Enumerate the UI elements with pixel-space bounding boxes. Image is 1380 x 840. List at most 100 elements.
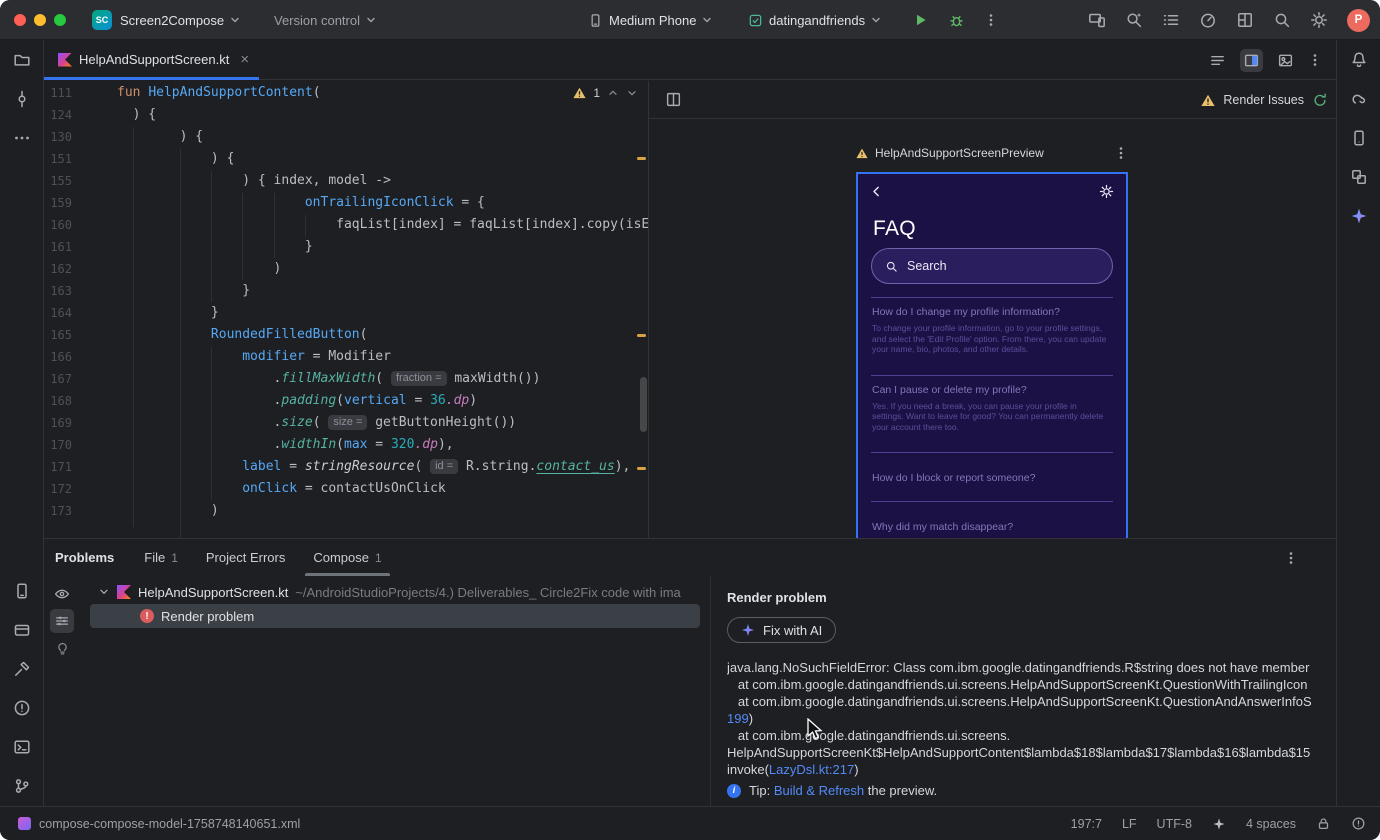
code-line[interactable]: 161 } [44, 236, 648, 258]
readonly-toggle[interactable] [1316, 816, 1331, 831]
device-mirroring-button[interactable] [1088, 11, 1106, 29]
search-button[interactable] [1273, 11, 1291, 29]
code-line[interactable]: 170 .widthIn(max = 320.dp), [44, 434, 648, 456]
code-line[interactable]: 168 .padding(vertical = 36.dp) [44, 390, 648, 412]
more-actions-button[interactable] [984, 0, 998, 40]
code-view-button[interactable] [1209, 52, 1226, 69]
tree-problem-row[interactable]: ! Render problem [90, 604, 700, 628]
tab-close-icon[interactable]: × [240, 52, 249, 67]
running-devices-button[interactable] [8, 577, 36, 605]
file-encoding[interactable]: UTF-8 [1157, 817, 1192, 831]
preview-issue-button[interactable] [50, 582, 74, 606]
run-button[interactable] [913, 0, 929, 40]
render-issues-widget[interactable]: Render Issues [1201, 81, 1328, 119]
version-control-menu[interactable]: Version control [274, 0, 376, 40]
code-line[interactable]: 124 ) { [44, 104, 648, 126]
preview-menu-button[interactable] [1114, 146, 1128, 160]
code-line[interactable]: 165 RoundedFilledButton( [44, 324, 648, 346]
run-config-selector[interactable]: datingandfriends [748, 0, 881, 40]
avatar[interactable]: P [1347, 8, 1370, 32]
code-editor-pane[interactable]: 111 fun HelpAndSupportContent(124 ) {130 … [44, 81, 648, 538]
view-options-button[interactable] [50, 609, 74, 633]
device-manager-button[interactable] [1345, 124, 1373, 152]
stack-trace-link[interactable]: LazyDsl.kt:217 [769, 762, 854, 777]
statusbar-file[interactable]: compose-compose-model-1758748140651.xml [18, 817, 300, 831]
preview-phone-frame[interactable]: FAQ Search How do I change my profile in… [856, 172, 1128, 538]
code-line[interactable]: 172 onClick = contactUsOnClick [44, 478, 648, 500]
editor-tab[interactable]: HelpAndSupportScreen.kt × [44, 40, 260, 80]
editor-options-button[interactable] [1308, 53, 1322, 67]
panel-tab-compose[interactable]: Compose 1 [305, 539, 391, 576]
project-menu[interactable]: Screen2Compose [120, 0, 240, 40]
quick-fix-button[interactable] [50, 636, 74, 660]
profiler-button[interactable] [1199, 11, 1217, 29]
app-icon[interactable]: SC [92, 10, 112, 30]
code-line[interactable]: 164 } [44, 302, 648, 324]
preview-canvas[interactable]: HelpAndSupportScreenPreview FAQ Search H… [649, 120, 1336, 538]
problems-tool-button[interactable] [8, 694, 36, 722]
event-log-button[interactable] [1351, 816, 1366, 831]
build-refresh-link[interactable]: Build & Refresh [774, 783, 864, 798]
faq-question[interactable]: Why did my match disappear? [872, 521, 1112, 533]
code-line[interactable]: 111 fun HelpAndSupportContent( [44, 82, 648, 104]
code-line[interactable]: 130 ) { [44, 126, 648, 148]
caret-position[interactable]: 197:7 [1071, 817, 1102, 831]
refresh-icon[interactable] [1312, 92, 1328, 108]
layout-inspector-button[interactable] [1236, 11, 1254, 29]
inspections-widget[interactable]: 1 [573, 86, 638, 100]
next-issue-icon[interactable] [626, 87, 638, 99]
preview-layout-button[interactable] [665, 91, 682, 108]
project-tool-button[interactable] [8, 46, 36, 74]
faq-question[interactable]: How do I change my profile information? [872, 306, 1112, 318]
stack-trace-link[interactable]: 199 [727, 711, 749, 726]
code-line[interactable]: 155 ) { index, model -> [44, 170, 648, 192]
fix-with-ai-button[interactable]: Fix with AI [727, 617, 837, 643]
code-line[interactable]: 159 onTrailingIconClick = { [44, 192, 648, 214]
window-close-button[interactable] [14, 14, 26, 26]
indent-setting[interactable]: 4 spaces [1246, 817, 1296, 831]
code-line[interactable]: 169 .size( size = getButtonHeight()) [44, 412, 648, 434]
panel-tab-file[interactable]: File 1 [144, 539, 178, 576]
settings-button[interactable] [1310, 11, 1328, 29]
code-line[interactable]: 151 ) { [44, 148, 648, 170]
code-line[interactable]: 171 label = stringResource( id = R.strin… [44, 456, 648, 478]
device-selector[interactable]: Medium Phone [588, 0, 712, 40]
panel-tab-project-errors[interactable]: Project Errors [206, 539, 285, 576]
debug-button[interactable] [948, 0, 965, 40]
window-zoom-button[interactable] [54, 14, 66, 26]
build-tool-button[interactable] [8, 655, 36, 683]
code-line[interactable]: 163 } [44, 280, 648, 302]
split-view-button[interactable] [1240, 48, 1263, 72]
panel-options-button[interactable] [1284, 551, 1298, 565]
gemini-button[interactable] [1345, 202, 1373, 230]
expand-chevron-icon[interactable] [98, 586, 110, 598]
code-line[interactable]: 162 ) [44, 258, 648, 280]
error-stripe-mark[interactable] [637, 157, 646, 160]
ai-status-button[interactable] [1212, 817, 1226, 831]
settings-button-preview[interactable] [1099, 184, 1114, 199]
error-stripe-mark[interactable] [637, 334, 646, 337]
previous-issue-icon[interactable] [607, 87, 619, 99]
code-line[interactable]: 167 .fillMaxWidth( fraction = maxWidth()… [44, 368, 648, 390]
resource-manager-button[interactable] [1345, 163, 1373, 191]
faq-search-bar[interactable]: Search [871, 248, 1113, 284]
editor-scrollbar[interactable] [640, 377, 647, 432]
window-minimize-button[interactable] [34, 14, 46, 26]
tree-file-row[interactable]: HelpAndSupportScreen.kt ~/AndroidStudioP… [84, 580, 710, 604]
commit-tool-button[interactable] [8, 85, 36, 113]
error-stripe-mark[interactable] [637, 467, 646, 470]
design-view-button[interactable] [1277, 52, 1294, 69]
more-tool-windows-button[interactable] [8, 124, 36, 152]
ai-search-button[interactable] [1125, 11, 1143, 29]
terminal-tool-button[interactable] [8, 733, 36, 761]
gradle-tool-button[interactable] [1345, 85, 1373, 113]
code-line[interactable]: 173 ) [44, 500, 648, 522]
version-control-tool-button[interactable] [8, 772, 36, 800]
line-ending[interactable]: LF [1122, 817, 1137, 831]
faq-question[interactable]: How do I block or report someone? [872, 472, 1112, 484]
code-line[interactable]: 160 faqList[index] = faqList[index].copy… [44, 214, 648, 236]
task-list-button[interactable] [1162, 11, 1180, 29]
back-button[interactable] [870, 185, 883, 198]
app-inspection-button[interactable] [8, 616, 36, 644]
faq-question[interactable]: Can I pause or delete my profile? [872, 384, 1112, 396]
